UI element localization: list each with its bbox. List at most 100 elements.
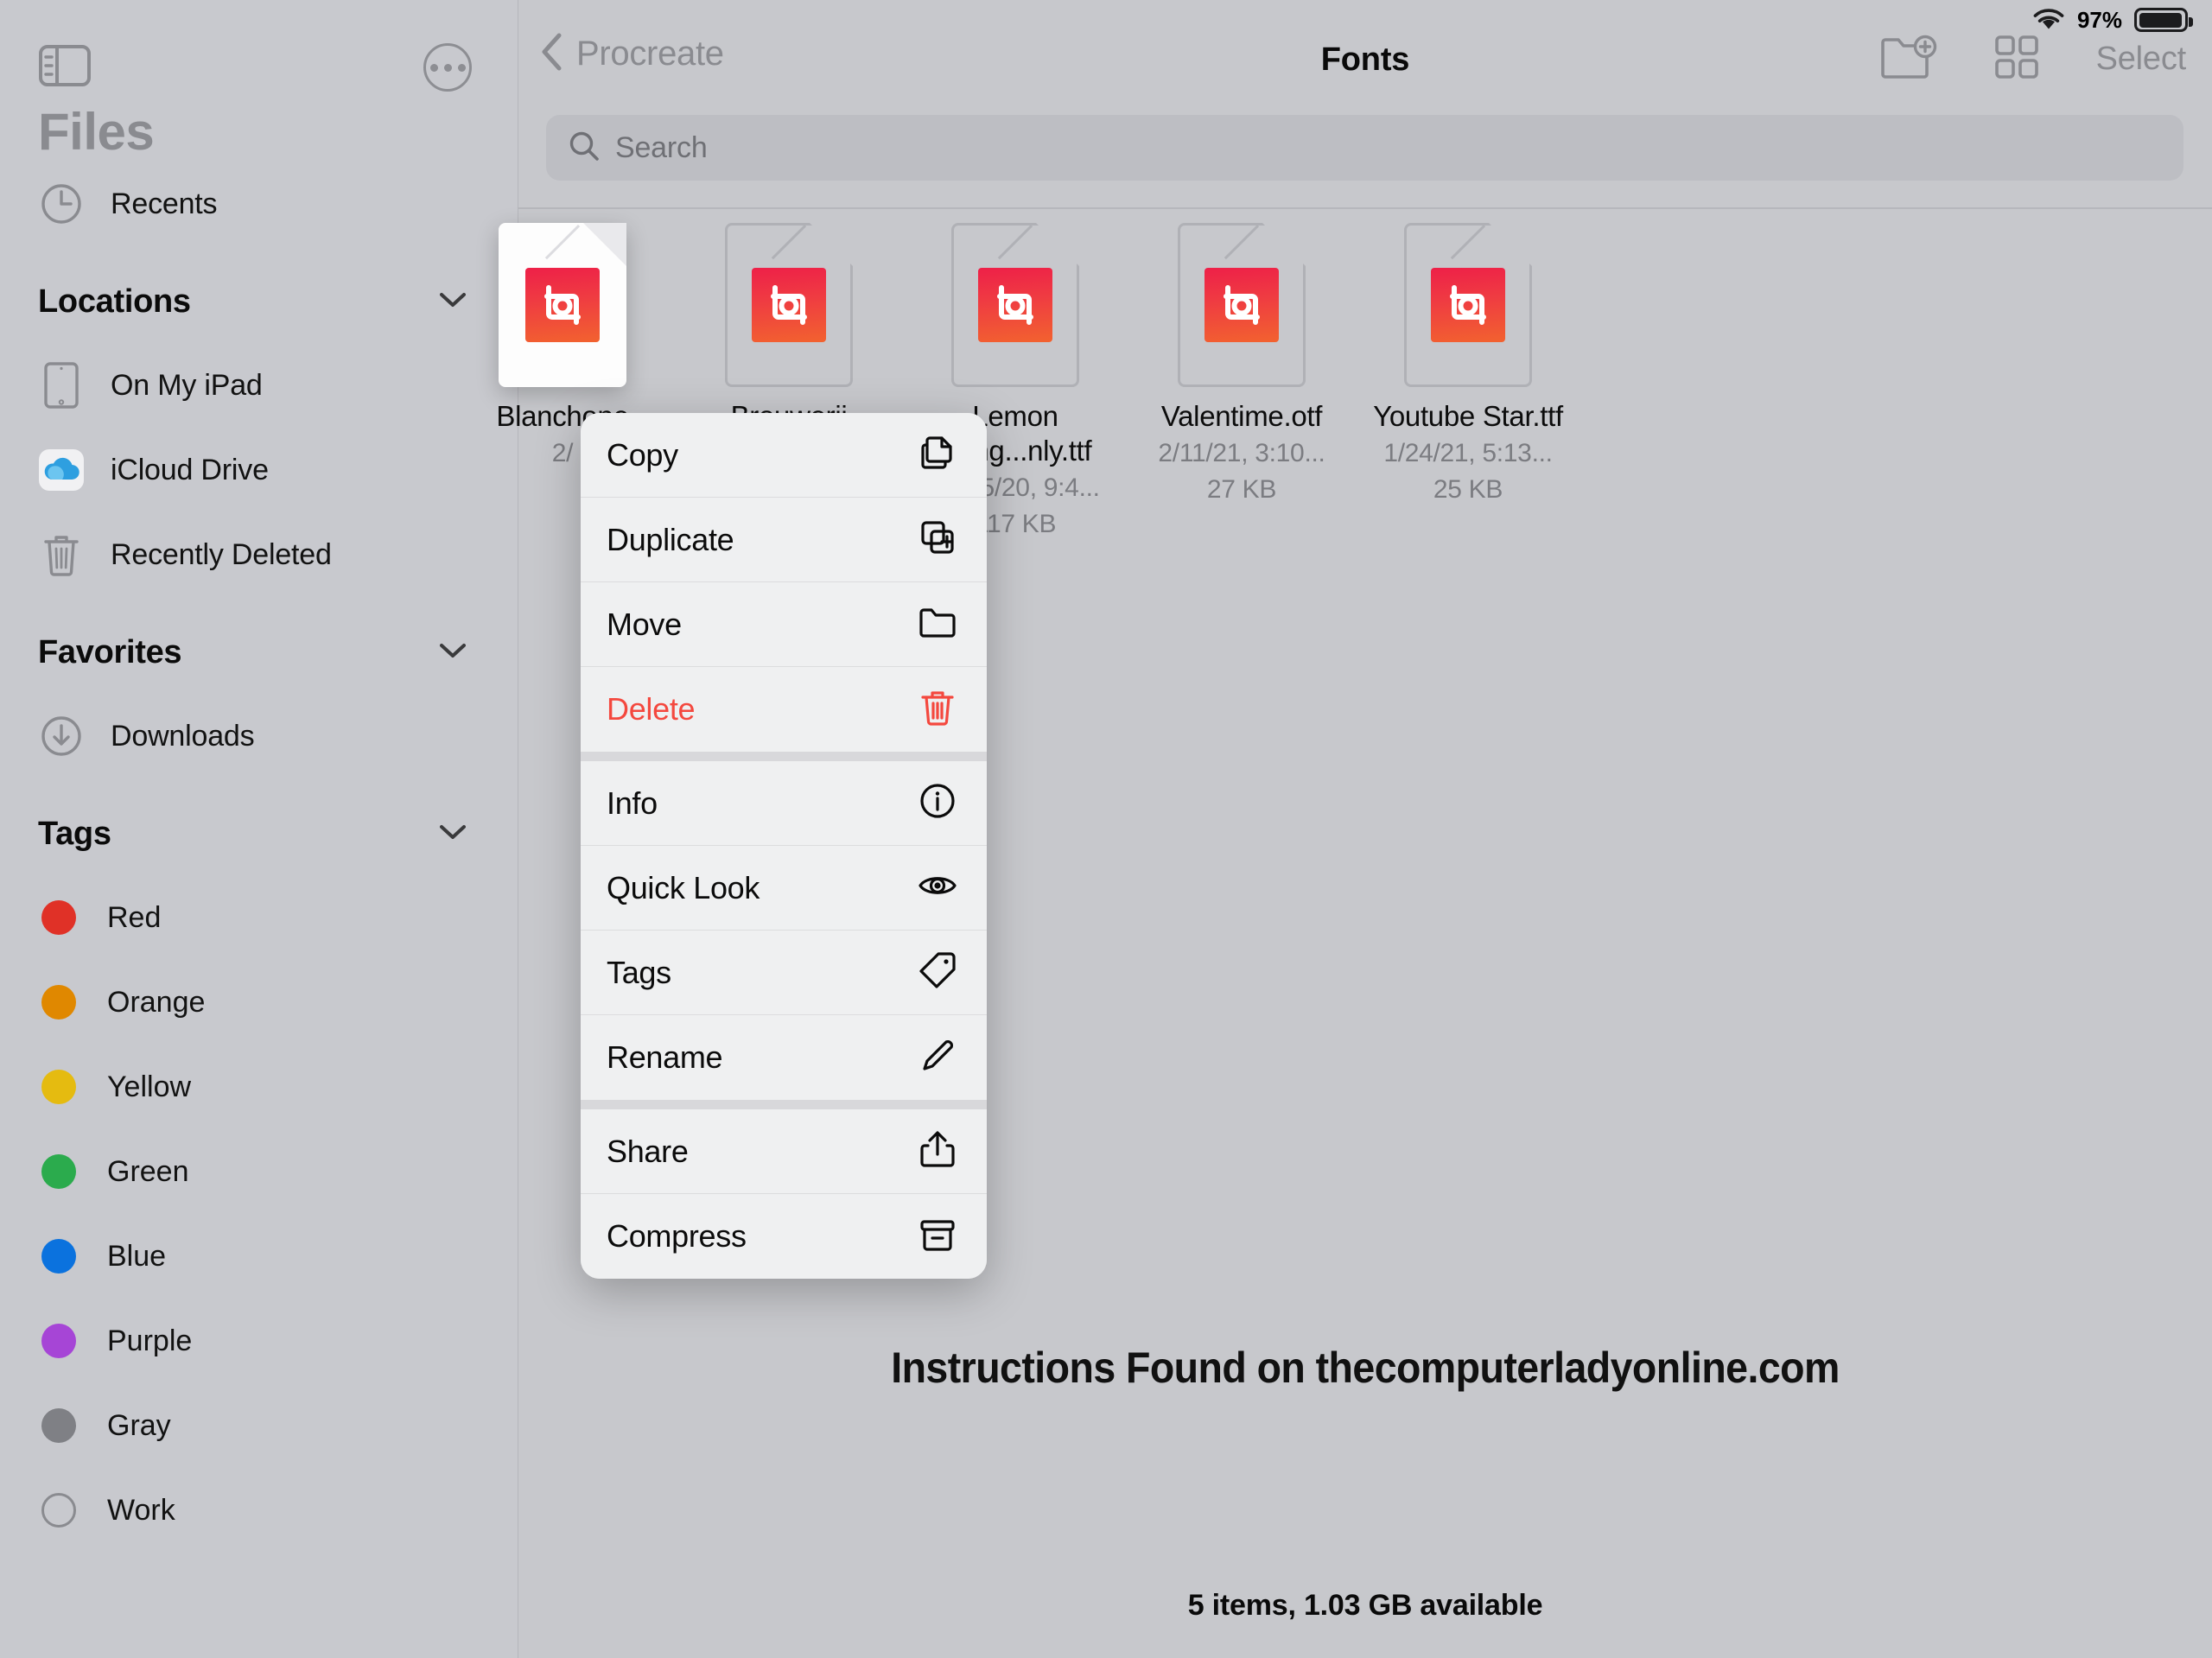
sidebar-item-label: On My iPad [111,368,263,402]
tag-color-dot [41,1408,76,1443]
sidebar-tag-green[interactable]: Green [0,1129,518,1214]
context-menu-item-tags[interactable]: Tags [581,931,987,1015]
main-content: Procreate Fonts Select Search Blanchope … [496,0,2212,1658]
ipad-icon [38,362,85,409]
tag-label: Purple [107,1324,193,1357]
context-menu-item-label: Duplicate [607,521,734,557]
sidebar-item-downloads[interactable]: Downloads [0,694,518,778]
tag-label: Green [107,1154,189,1188]
tags-list: Red Orange Yellow Green Blue Purple Gray Work [0,875,518,1553]
download-circle-icon [38,713,85,759]
chevron-down-icon[interactable] [440,643,466,663]
more-options-icon[interactable] [423,43,472,92]
context-menu-item-rename[interactable]: Rename [581,1015,987,1100]
tag-label: Red [107,900,162,934]
ipad-files-app: 4:37 PM Sun Mar 7 97% [0,0,2212,1658]
section-header-label: Tags [38,815,111,852]
content-divider [518,207,2212,209]
context-menu-item-duplicate[interactable]: Duplicate [581,498,987,582]
context-menu-item-info[interactable]: Info [581,761,987,846]
tag-label: Work [107,1493,175,1527]
context-menu-item-move[interactable]: Move [581,582,987,667]
context-menu-item-share[interactable]: Share [581,1109,987,1194]
sidebar-item-icloud-drive[interactable]: iCloud Drive [0,428,518,512]
context-menu-item-label: Compress [607,1218,747,1254]
sidebar-item-recents[interactable]: Recents [0,162,518,246]
new-folder-icon[interactable] [1880,35,1937,84]
file-item[interactable]: Youtube Star.ttf 1/24/21, 5:13... 25 KB [1351,223,1585,506]
nav-actions: Select [1880,35,2186,84]
sidebar-item-on-my-ipad[interactable]: On My iPad [0,343,518,428]
file-meta: 2/11/21, 3:10... [1158,439,1325,467]
context-menu-item-label: Move [607,606,682,642]
context-menu-item-label: Share [607,1133,689,1169]
search-bar-container: Search [546,115,2183,181]
sidebar-section-tags[interactable]: Tags [0,792,518,875]
sidebar-toggle-icon[interactable] [39,45,91,91]
context-menu-group: Copy Duplicate Move Delete [581,413,987,752]
sidebar-section-locations[interactable]: Locations [0,260,518,343]
sidebar-tag-gray[interactable]: Gray [0,1383,518,1468]
file-thumbnail [725,223,853,387]
sidebar-tag-work[interactable]: Work [0,1468,518,1553]
sidebar-tag-blue[interactable]: Blue [0,1214,518,1299]
search-input[interactable]: Search [546,115,2183,181]
file-thumbnail [1404,223,1532,387]
sidebar-tag-orange[interactable]: Orange [0,960,518,1045]
sidebar-item-label: Downloads [111,719,255,753]
tag-label: Orange [107,985,206,1019]
navigation-bar: Procreate Fonts Select [518,0,2212,118]
context-menu-item-quick-look[interactable]: Quick Look [581,846,987,931]
file-name: Valentime.otf [1160,400,1323,432]
icloud-icon [38,447,85,493]
font-file-icon [1205,268,1279,342]
tag-label: Gray [107,1408,171,1442]
sidebar-item-label: Recents [111,187,218,220]
context-menu-item-label: Tags [607,954,671,990]
font-file-icon [752,268,826,342]
context-menu-group: Share Compress [581,1100,987,1279]
context-menu: Copy Duplicate Move Delete Info Quick Look Tag… [581,413,987,1279]
context-menu-item-compress[interactable]: Compress [581,1194,987,1279]
search-placeholder: Search [615,130,708,164]
file-meta: 1/24/21, 5:13... [1383,439,1553,467]
clock-icon [38,181,85,227]
file-item[interactable]: Brouwerij [672,223,906,434]
sidebar-section-favorites[interactable]: Favorites [0,611,518,694]
trash-icon [918,688,957,732]
font-file-icon [978,268,1052,342]
sidebar-item-recently-deleted[interactable]: Recently Deleted [0,512,518,597]
file-name: Youtube Star.ttf [1373,400,1563,432]
sidebar-tag-yellow[interactable]: Yellow [0,1045,518,1129]
archive-icon [918,1215,957,1259]
tag-color-dot [41,1154,76,1189]
search-icon [569,130,600,166]
share-icon [918,1129,957,1173]
font-file-icon [525,268,600,342]
context-menu-item-label: Copy [607,436,678,473]
file-meta: 27 KB [1206,475,1277,504]
sidebar-tag-purple[interactable]: Purple [0,1299,518,1383]
tag-color-dot [41,1239,76,1274]
grid-view-icon[interactable] [1994,35,2039,84]
select-button[interactable]: Select [2096,41,2187,78]
sidebar-tag-red[interactable]: Red [0,875,518,960]
tag-color-dot [41,900,76,935]
context-menu-item-delete[interactable]: Delete [581,667,987,752]
sidebar-toolbar [0,0,518,95]
pencil-icon [918,1036,957,1080]
tag-color-dot [41,985,76,1020]
context-menu-item-label: Rename [607,1039,723,1075]
file-thumbnail [951,223,1079,387]
trash-icon [38,531,85,578]
context-menu-item-copy[interactable]: Copy [581,413,987,498]
sidebar: Files Recents Locations On My iPad iClou… [0,0,518,1658]
context-menu-item-label: Delete [607,691,696,727]
tag-icon [918,950,957,994]
file-item[interactable]: Valentime.otf 2/11/21, 3:10... 27 KB [1125,223,1358,506]
sidebar-item-label: iCloud Drive [111,453,269,486]
context-menu-item-label: Info [607,785,658,821]
tag-color-dot [41,1070,76,1104]
chevron-down-icon[interactable] [440,824,466,844]
copy-icon [918,433,957,477]
